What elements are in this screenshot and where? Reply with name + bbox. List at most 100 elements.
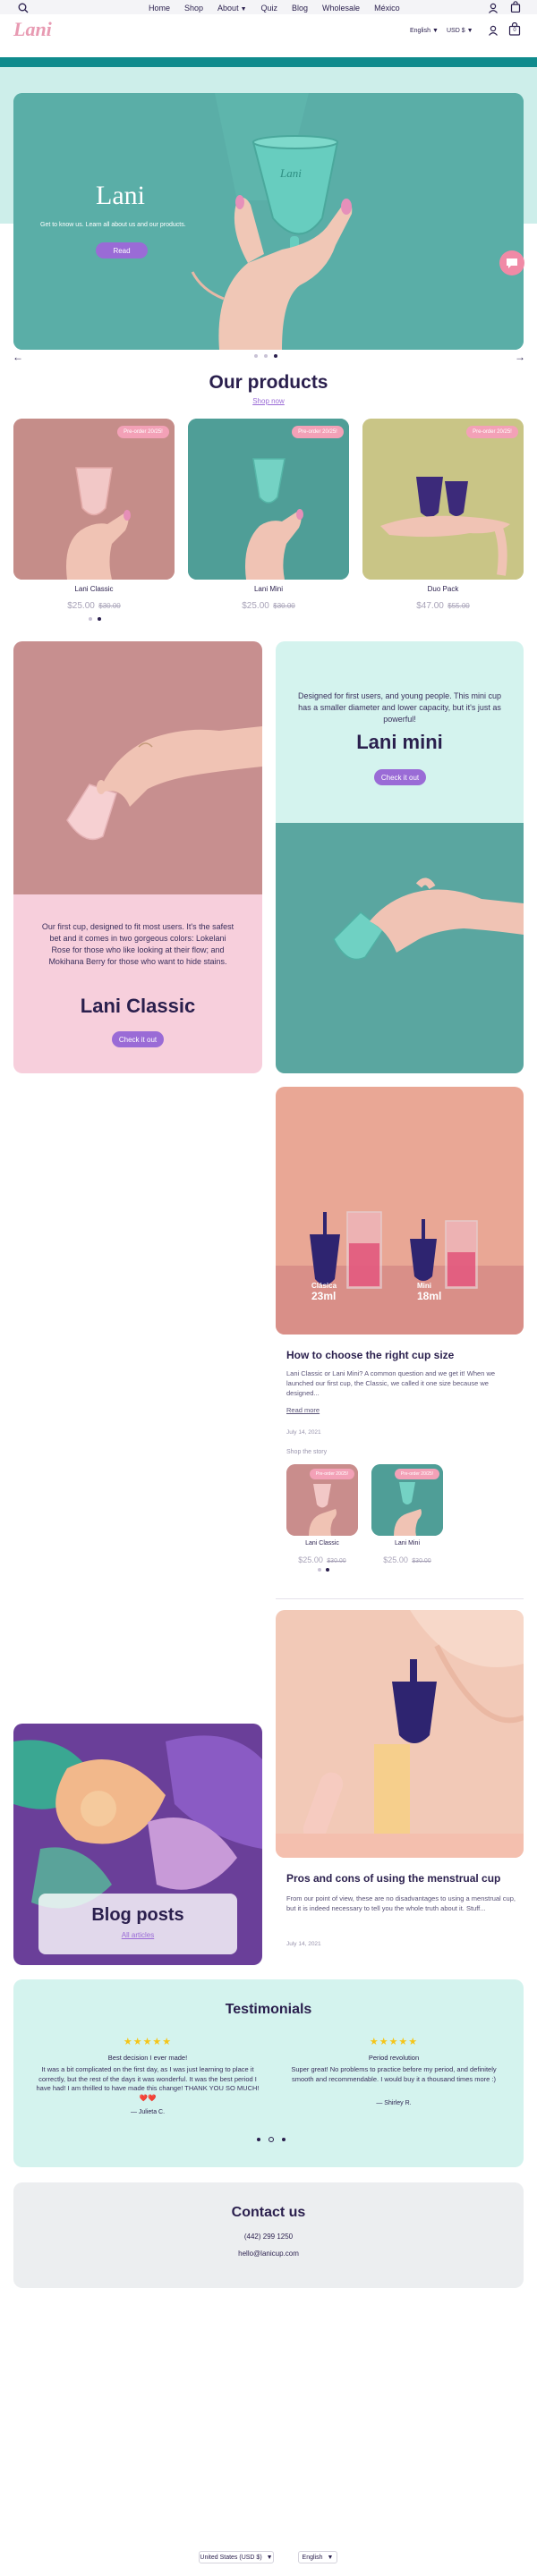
blog-posts-title: Blog posts xyxy=(91,1905,184,1925)
slide-dot[interactable] xyxy=(264,354,268,358)
carousel-dot[interactable] xyxy=(89,617,92,621)
chevron-down-icon: ▼ xyxy=(266,2554,273,2561)
slide-dot[interactable] xyxy=(274,354,277,358)
preorder-badge: Pre-order 20/25! xyxy=(310,1469,354,1479)
compare-price: $30.00 xyxy=(412,1558,431,1564)
logo[interactable]: Lani xyxy=(13,18,52,41)
product-image-duo[interactable]: Pre-order 20/25! xyxy=(362,419,524,580)
hero-title: Lani xyxy=(96,181,145,210)
story-product-price-classic: $25.00 $30.00 xyxy=(282,1551,362,1567)
currency-select[interactable]: USD $ ▼ xyxy=(447,28,473,34)
divider xyxy=(276,1598,524,1599)
hero-subtitle: Get to know us. Learn all about us and o… xyxy=(40,222,186,228)
story-product-price-mini: $25.00 $30.00 xyxy=(367,1551,448,1567)
preorder-badge: Pre-order 20/25! xyxy=(117,426,169,438)
rating-stars: ★★★★★ xyxy=(123,2037,173,2047)
footer-language-select[interactable]: English ▼ xyxy=(298,2551,337,2563)
article-image-pros-cons[interactable] xyxy=(276,1610,524,1858)
mini-check-button[interactable]: Check it out xyxy=(374,769,426,785)
hero-cup-brand: Lani xyxy=(280,166,302,180)
chevron-down-icon: ▼ xyxy=(327,2554,334,2561)
story-product-classic[interactable]: Pre-order 20/25! xyxy=(286,1464,358,1536)
chevron-down-icon: ▼ xyxy=(466,28,473,34)
contact-section: Contact us (442) 299 1250 hello@lanicup.… xyxy=(13,2182,524,2288)
article-title-cup-size[interactable]: How to choose the right cup size xyxy=(286,1349,519,1361)
classic-check-button[interactable]: Check it out xyxy=(112,1031,164,1047)
account-icon[interactable] xyxy=(488,2,499,13)
rating-stars: ★★★★★ xyxy=(369,2037,419,2047)
nav-quiz[interactable]: Quiz xyxy=(261,4,278,13)
carousel-dot[interactable] xyxy=(268,2137,274,2142)
label-mini-ml: Mini 18ml xyxy=(417,1282,441,1302)
label-classic-ml: Clásica 23ml xyxy=(311,1282,337,1302)
testimonial-author: — Julieta C. xyxy=(130,2109,166,2115)
chat-icon xyxy=(507,258,517,268)
product-image-mini[interactable]: Pre-order 20/25! xyxy=(188,419,349,580)
hero-read-button[interactable]: Read xyxy=(96,242,148,258)
contact-phone[interactable]: (442) 299 1250 xyxy=(13,2233,524,2241)
preorder-badge: Pre-order 20/25! xyxy=(466,426,518,438)
mini-title: Lani mini xyxy=(356,731,443,753)
language-select[interactable]: English ▼ xyxy=(410,28,439,34)
nav-shop[interactable]: Shop xyxy=(184,4,203,13)
cart-button[interactable]: 0 xyxy=(508,21,521,36)
carousel-dot[interactable] xyxy=(326,1568,329,1572)
contact-email[interactable]: hello@lanicup.com xyxy=(13,2250,524,2258)
nav-about[interactable]: About ▼ xyxy=(217,4,246,13)
article-title-pros-cons[interactable]: Pros and cons of using the menstrual cup xyxy=(286,1872,519,1885)
read-more-link[interactable]: Read more xyxy=(286,1406,320,1414)
nav-blog[interactable]: Blog xyxy=(292,4,308,13)
product-name-mini[interactable]: Lani Mini xyxy=(188,585,349,593)
sale-price: $25.00 xyxy=(298,1555,323,1564)
classic-title: Lani Classic xyxy=(80,995,196,1017)
account-icon[interactable] xyxy=(488,24,499,36)
product-name-duo[interactable]: Duo Pack xyxy=(362,585,524,593)
story-product-name-mini[interactable]: Lani Mini xyxy=(367,1540,448,1546)
preorder-badge: Pre-order 20/25! xyxy=(292,426,344,438)
slide-dot[interactable] xyxy=(254,354,258,358)
carousel-dot[interactable] xyxy=(98,617,101,621)
chevron-down-icon: ▼ xyxy=(240,6,247,13)
main-nav: Home Shop About ▼ Quiz Blog Wholesale Méx… xyxy=(149,4,400,13)
article-image-cup-size[interactable]: Clásica 23ml Mini 18ml xyxy=(276,1087,524,1335)
article-excerpt-cup-size: Lani Classic or Lani Mini? A common ques… xyxy=(286,1369,496,1397)
product-price-mini: $25.00 $30.00 xyxy=(188,597,349,613)
testimonial-author: — Shirley R. xyxy=(376,2100,412,2106)
product-price-duo: $47.00 $55.00 xyxy=(362,597,524,613)
country-value: United States (USD $) xyxy=(200,2554,262,2561)
story-product-name-classic[interactable]: Lani Classic xyxy=(282,1540,362,1546)
language-value: English xyxy=(410,28,430,34)
mini-feature-card: Designed for first users, and young peop… xyxy=(276,641,524,1073)
sale-price: $25.00 xyxy=(67,601,95,611)
testimonials-title: Testimonials xyxy=(225,2002,312,2017)
story-product-mini[interactable]: Pre-order 20/25! xyxy=(371,1464,443,1536)
product-image-classic[interactable]: Pre-order 20/25! xyxy=(13,419,175,580)
article-photo xyxy=(276,1610,524,1858)
product-photo xyxy=(13,419,175,580)
blog-posts-promo[interactable]: Blog posts All articles xyxy=(13,1724,262,1965)
all-articles-link[interactable]: All articles xyxy=(38,1931,237,1939)
nav-wholesale[interactable]: Wholesale xyxy=(322,4,360,13)
nav-home[interactable]: Home xyxy=(149,4,170,13)
shop-the-story-label: Shop the story xyxy=(286,1449,328,1455)
products-title: Our products xyxy=(209,372,328,393)
classic-description: Our first cup, designed to fit most user… xyxy=(41,922,234,966)
sale-price: $25.00 xyxy=(242,601,269,611)
carousel-dot[interactable] xyxy=(318,1568,321,1572)
country-select[interactable]: United States (USD $) ▼ xyxy=(199,2551,274,2563)
compare-price: $30.00 xyxy=(273,602,295,610)
article-date: July 14, 2021 xyxy=(286,1941,321,1947)
compare-price: $55.00 xyxy=(448,602,470,610)
carousel-dot[interactable] xyxy=(257,2138,260,2141)
hero-next-arrow[interactable]: → xyxy=(515,351,525,363)
shop-now-link[interactable]: Shop now xyxy=(0,397,537,405)
carousel-dot[interactable] xyxy=(282,2138,286,2141)
chat-widget-button[interactable] xyxy=(499,250,524,275)
product-name-classic[interactable]: Lani Classic xyxy=(13,585,175,593)
mini-description: Designed for first users, and young peop… xyxy=(298,691,501,724)
article-excerpt-pros-cons: From our point of view, these are no dis… xyxy=(286,1894,516,1912)
bag-icon[interactable] xyxy=(510,1,521,13)
nav-mexico[interactable]: México xyxy=(374,4,400,13)
hero-prev-arrow[interactable]: ← xyxy=(13,351,23,363)
search-icon[interactable] xyxy=(18,2,29,13)
